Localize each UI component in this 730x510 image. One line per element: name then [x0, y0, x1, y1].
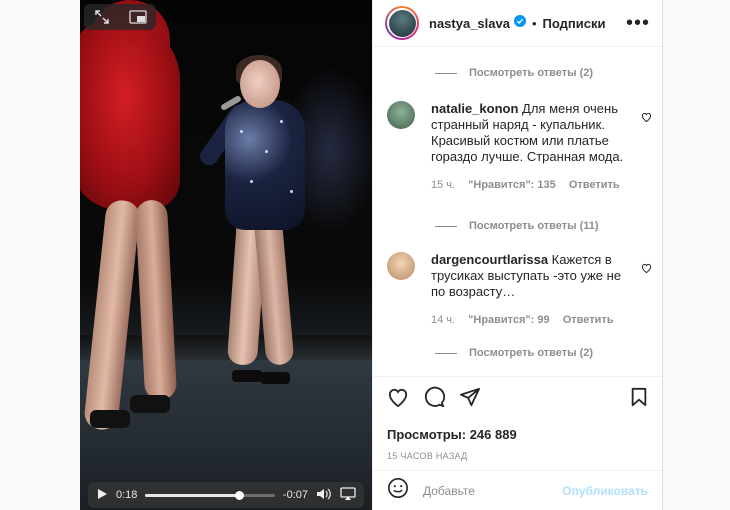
post-header: nastya_slava • Подписки •••: [373, 0, 662, 47]
view-replies-button[interactable]: Посмотреть ответы (2): [373, 347, 662, 359]
sparkle: [290, 190, 293, 193]
sparkle: [250, 180, 253, 183]
author-username[interactable]: nastya_slava: [429, 16, 510, 31]
post-time[interactable]: 15 ЧАСОВ НАЗАД: [387, 451, 648, 461]
comment-time: 14 ч.: [431, 314, 456, 326]
following-button[interactable]: Подписки: [543, 16, 606, 31]
shoe: [232, 370, 262, 382]
performer-head: [240, 60, 280, 108]
instagram-post-page: 0:18 -0:07 nastya_slava • Подписки ••• П…: [0, 0, 730, 510]
add-comment-bar: Добавьте Опубликовать: [373, 470, 662, 510]
like-comment-heart-icon[interactable]: [641, 109, 652, 127]
volume-icon[interactable]: [316, 488, 332, 503]
share-icon[interactable]: [459, 387, 481, 412]
video-top-toolbar: [84, 4, 156, 30]
performer-body: [225, 100, 305, 230]
comment-item: dargencourtlarissa Кажется в трусиках вы…: [373, 252, 662, 328]
comment-time: 15 ч.: [431, 179, 456, 191]
boot: [90, 410, 130, 428]
video-progress-fill: [145, 493, 239, 497]
expand-icon[interactable]: [92, 7, 112, 27]
post-action-icons: [387, 386, 648, 413]
comment-item: natalie_konon Для меня очень странный на…: [373, 101, 662, 193]
current-time: 0:18: [116, 489, 138, 501]
bookmark-icon[interactable]: [630, 387, 648, 412]
post-side-panel: nastya_slava • Подписки ••• Посмотреть о…: [372, 0, 663, 510]
picture-in-picture-icon[interactable]: [128, 7, 148, 27]
emoji-icon[interactable]: [387, 477, 409, 504]
more-options-button[interactable]: •••: [626, 12, 650, 35]
comment-icon[interactable]: [423, 386, 446, 413]
sparkle: [280, 120, 283, 123]
play-icon[interactable]: [96, 488, 108, 503]
reply-button[interactable]: Ответить: [563, 314, 614, 326]
red-dancer: [80, 20, 180, 210]
author-avatar[interactable]: [385, 6, 419, 40]
like-comment-heart-icon[interactable]: [641, 260, 652, 278]
comments-list: Посмотреть ответы (2) natalie_konon Для …: [373, 48, 662, 376]
commenter-username[interactable]: dargencourtlarissa: [431, 252, 548, 267]
comment-input[interactable]: Добавьте: [423, 484, 475, 498]
airplay-icon[interactable]: [340, 486, 356, 504]
video-progress-knob[interactable]: [234, 490, 244, 500]
boot: [130, 395, 170, 413]
comment-likes[interactable]: "Нравится": 99: [468, 314, 549, 326]
commenter-avatar[interactable]: [387, 252, 415, 280]
view-replies-button[interactable]: Посмотреть ответы (2): [373, 67, 662, 79]
heart-icon[interactable]: [387, 387, 409, 412]
video-controls: 0:18 -0:07: [88, 482, 364, 508]
sparkle: [265, 150, 268, 153]
publish-button[interactable]: Опубликовать: [562, 484, 648, 498]
view-replies-button[interactable]: Посмотреть ответы (11): [373, 220, 662, 232]
video-player[interactable]: 0:18 -0:07: [80, 0, 372, 510]
commenter-username[interactable]: natalie_konon: [431, 101, 518, 116]
commenter-avatar[interactable]: [387, 101, 415, 129]
shoe: [260, 372, 290, 384]
reply-button[interactable]: Ответить: [569, 179, 620, 191]
views-count[interactable]: Просмотры: 246 889: [387, 427, 648, 442]
header-separator: •: [531, 15, 537, 31]
post-actions-area: Просмотры: 246 889 15 ЧАСОВ НАЗАД: [373, 376, 662, 470]
verified-badge-icon: [513, 14, 526, 32]
sparkle: [240, 130, 243, 133]
comment-likes[interactable]: "Нравится": 135: [468, 179, 556, 191]
remaining-time: -0:07: [282, 489, 308, 501]
video-progress-bar[interactable]: [145, 490, 275, 500]
